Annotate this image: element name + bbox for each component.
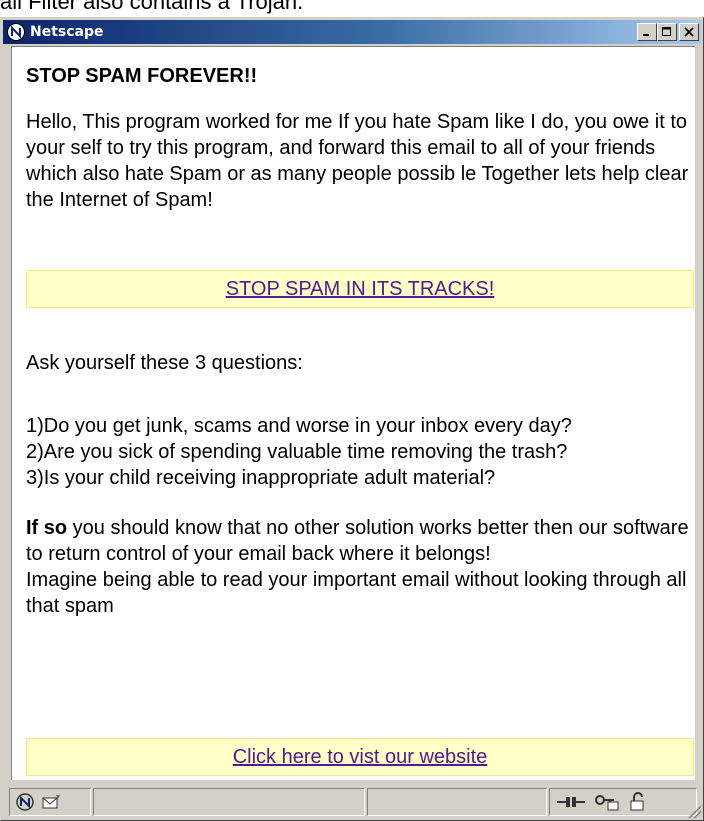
window-controls: [637, 23, 699, 41]
website-banner: Click here to vist our website: [26, 738, 694, 776]
question-item: 1)Do you get junk, scams and worse in yo…: [26, 415, 572, 437]
status-text-cell: [93, 788, 365, 816]
questions-list: 1)Do you get junk, scams and worse in yo…: [26, 413, 694, 491]
minimize-button[interactable]: [637, 23, 657, 41]
maximize-icon: [662, 27, 671, 36]
questions-intro: Ask yourself these 3 questions:: [26, 352, 303, 374]
window-title: Netscape: [30, 24, 104, 40]
connection-icon[interactable]: [554, 791, 588, 813]
maximize-button[interactable]: [657, 23, 677, 41]
netscape-window: Netscape STOP SPAM FOREVER!! Hello, This…: [0, 17, 704, 821]
pitch-paragraph: If so you should know that no other solu…: [26, 515, 694, 619]
website-link[interactable]: Click here to vist our website: [233, 746, 488, 769]
imagine-text: Imagine being able to read your importan…: [26, 569, 687, 617]
security-key-icon[interactable]: [592, 791, 622, 813]
question-item: 2)Are you sick of spending valuable time…: [26, 441, 568, 463]
pitch-text: you should know that no other solution w…: [26, 517, 689, 565]
progress-cell: [367, 788, 547, 816]
resize-grip[interactable]: [687, 804, 701, 818]
if-so-bold: If so: [26, 517, 68, 539]
close-icon: [684, 27, 694, 37]
status-icons-right: [549, 788, 697, 816]
netscape-icon[interactable]: [14, 791, 36, 813]
minimize-icon: [643, 34, 649, 36]
netscape-logo-icon: [7, 23, 25, 41]
message-content: STOP SPAM FOREVER!! Hello, This program …: [11, 46, 695, 780]
mail-icon[interactable]: [40, 791, 62, 813]
stop-spam-banner: STOP SPAM IN ITS TRACKS!: [26, 270, 694, 308]
title-bar[interactable]: Netscape: [3, 20, 701, 44]
question-item: 3)Is your child receiving inappropriate …: [26, 467, 496, 489]
status-bar: [3, 784, 701, 818]
message-headline: STOP SPAM FOREVER!!: [26, 65, 258, 87]
document-caption: ail Filter also contains a Trojan.: [0, 0, 304, 14]
stop-spam-link[interactable]: STOP SPAM IN ITS TRACKS!: [226, 278, 495, 301]
intro-paragraph: Hello, This program worked for me If you…: [26, 111, 689, 211]
close-button[interactable]: [679, 23, 699, 41]
lock-icon[interactable]: [626, 791, 648, 813]
status-icons-left: [9, 788, 91, 816]
